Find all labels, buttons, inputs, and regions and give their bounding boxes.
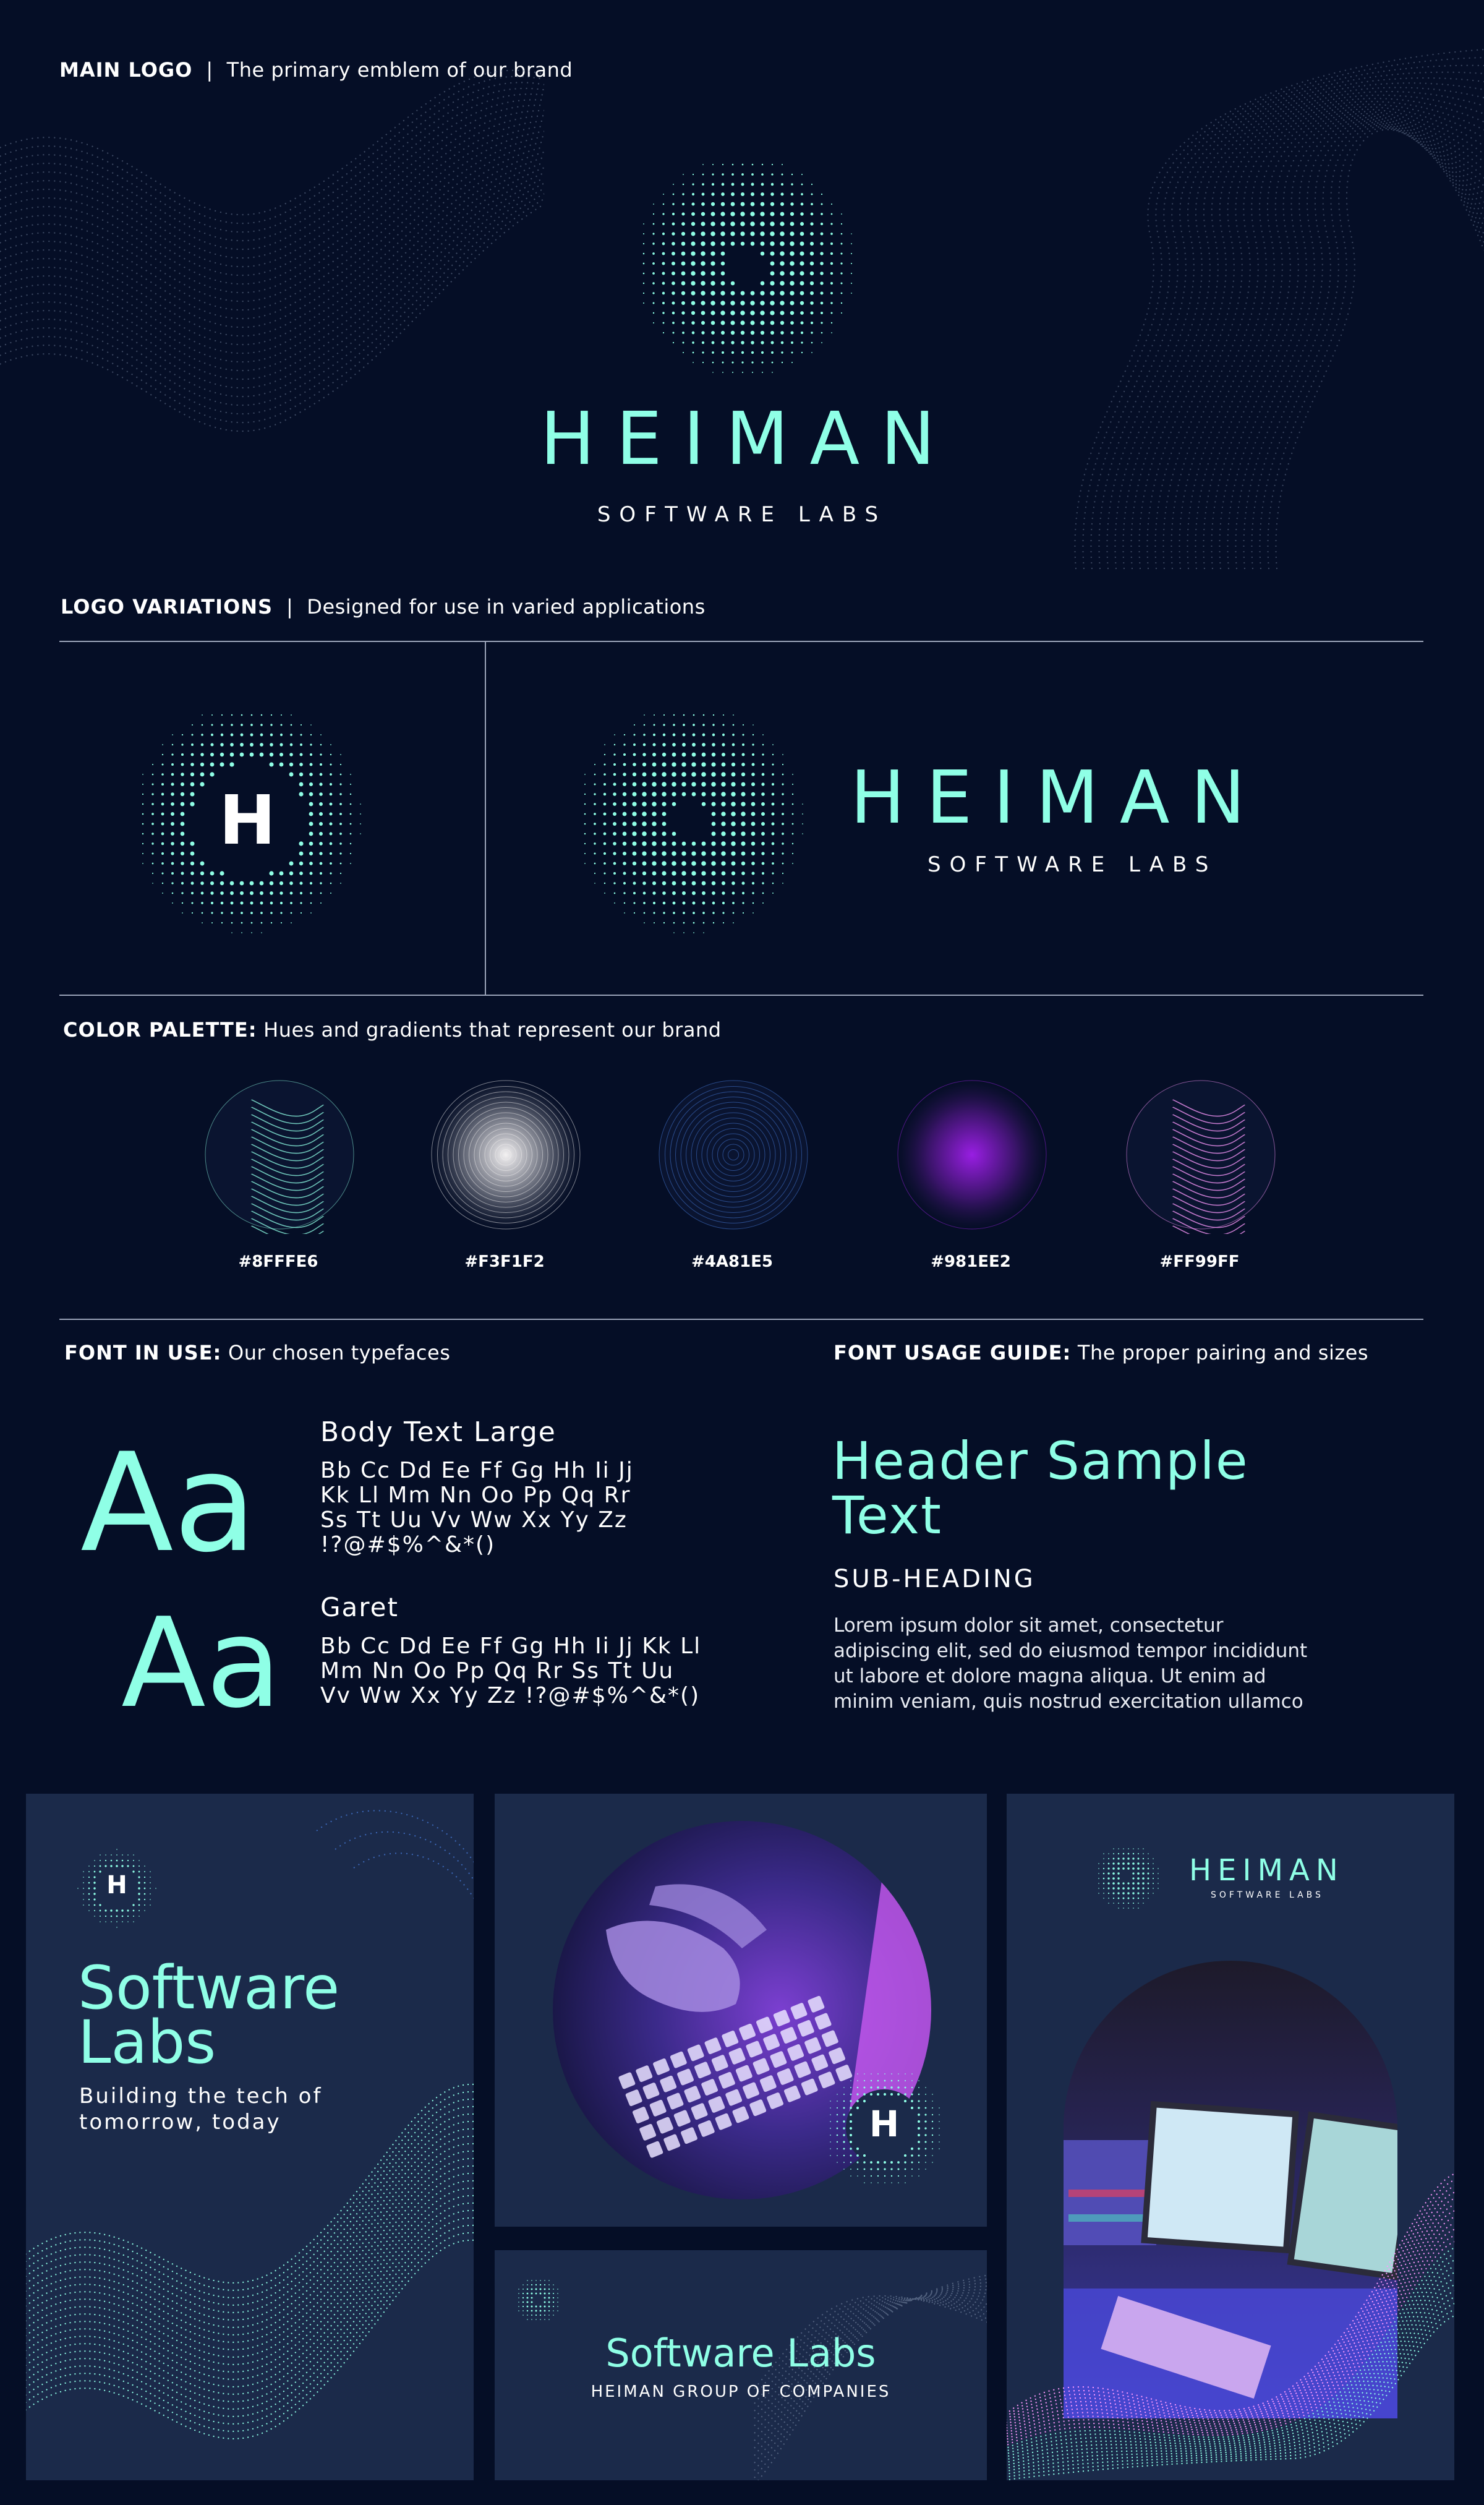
swatch-sphere-icon [205,1080,354,1234]
swatch-sphere-icon [659,1080,808,1230]
main-logo-emblem-icon [642,163,853,374]
horizontal-logo-brand-name: HEIMAN [850,755,1266,840]
font-name-1: Body Text Large [320,1416,556,1448]
font-usage-guide-label: FONT USAGE GUIDE: The proper pairing and… [834,1341,1368,1364]
divider [485,641,486,996]
header-sample: Header Sample Text [832,1431,1249,1546]
font-glyphs-1: Bb Cc Dd Ee Ff Gg Hh Ii Jj Kk Ll Mm Nn O… [320,1458,634,1557]
swatch-hex-label: #981EE2 [931,1252,1011,1271]
font-glyphs-2: Bb Cc Dd Ee Ff Gg Hh Ii Jj Kk Ll Mm Nn O… [320,1634,702,1708]
horizontal-logo-emblem-icon [584,714,803,933]
wave-decoration-right [1074,49,1484,570]
sub-heading-sample: SUB-HEADING [834,1565,1036,1593]
banner-emblem-icon [518,2280,558,2320]
divider [59,1319,1423,1320]
swatch-hex-label: #F3F1F2 [464,1252,545,1271]
monogram-letter: H [218,781,276,860]
font-sample-1: Aa [80,1424,257,1582]
color-palette-label: COLOR PALETTE: Hues and gradients that r… [63,1018,722,1042]
body-text-sample: Lorem ipsum dolor sit amet, consectetur … [834,1614,1308,1713]
photo-card-monogram: H [869,2103,900,2145]
banner-subtitle: HEIMAN GROUP OF COMPANIES [591,2383,891,2401]
swatch-hex-label: #FF99FF [1159,1252,1240,1271]
tall-card-wave-decoration [1007,2173,1454,2480]
wave-decoration-left [0,69,545,432]
color-swatch: #4A81E5 [658,1079,812,1271]
main-logo-brand-name: HEIMAN [540,396,957,481]
swatch-sphere-icon [431,1080,581,1230]
font-in-use-label: FONT IN USE: Our chosen typefaces [64,1341,451,1364]
color-swatch: #F3F1F2 [430,1079,585,1271]
swatch-sphere-icon [1126,1080,1276,1234]
horizontal-logo-brand-sub: SOFTWARE LABS [927,852,1217,877]
poster-monogram: H [106,1871,127,1899]
swatch-hex-label: #4A81E5 [691,1252,774,1271]
poster-tagline: Building the tech of tomorrow, today [79,2084,323,2135]
color-swatch: #FF99FF [1125,1079,1280,1271]
font-sample-2: Aa [121,1591,282,1736]
swatch-hex-label: #8FFFE6 [238,1252,318,1271]
poster-title: Software Labs [78,1953,340,2077]
photo-card-mockup: H [495,1794,987,2227]
main-logo-brand-sub: SOFTWARE LABS [597,502,887,527]
font-name-2: Garet [320,1592,399,1622]
divider [59,641,1423,642]
color-swatch: #8FFFE6 [204,1079,359,1271]
divider [59,995,1423,996]
color-swatch: #981EE2 [897,1079,1051,1271]
swatch-sphere-icon [897,1080,1047,1230]
poster-mockup: H Software Labs Building the tech of tom… [26,1794,474,2480]
banner-mockup: Software Labs HEIMAN GROUP OF COMPANIES [495,2250,987,2480]
tall-card-mockup: HEIMAN SOFTWARE LABS [1007,1794,1454,2480]
logo-variations-label: LOGO VARIATIONS | Designed for use in vari… [61,595,706,619]
banner-title: Software Labs [605,2331,876,2376]
